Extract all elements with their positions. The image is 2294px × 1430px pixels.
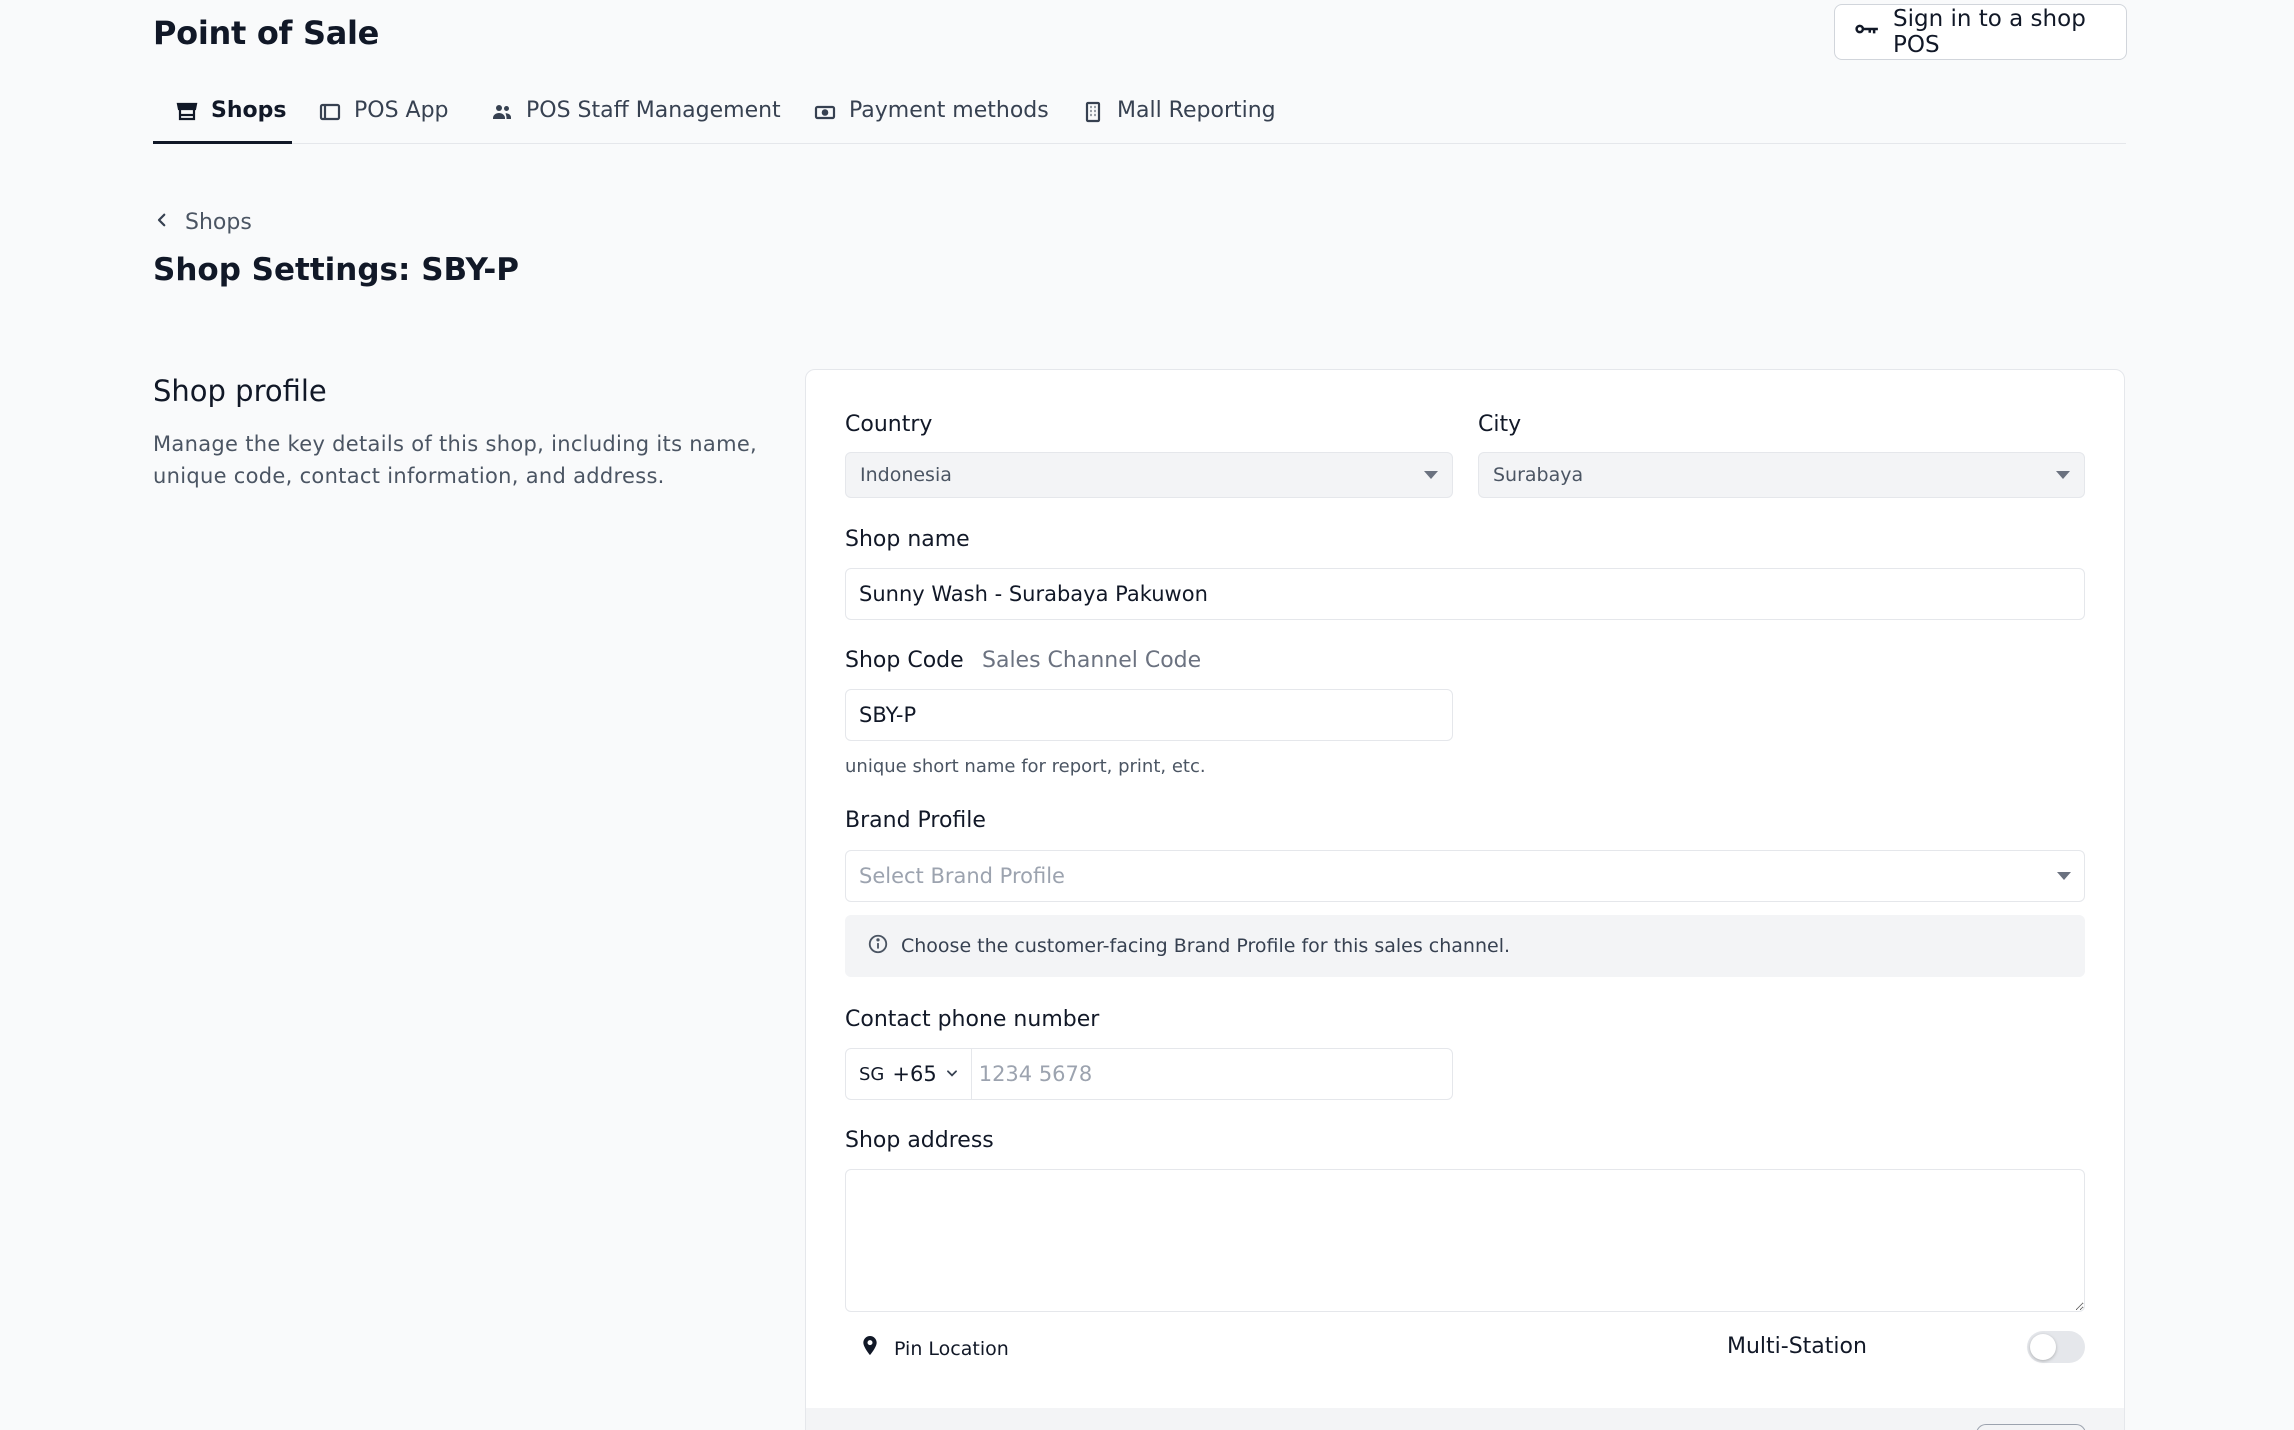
tab-bar: Shops POS App POS Staff Management Payme… — [153, 94, 2126, 144]
map-pin-icon — [860, 1335, 880, 1362]
country-label: Country — [845, 412, 933, 437]
toggle-knob — [2030, 1334, 2056, 1360]
shop-code-input[interactable] — [859, 703, 1439, 727]
caret-down-icon — [2056, 471, 2070, 479]
brand-profile-placeholder: Select Brand Profile — [859, 864, 1065, 888]
shop-address-label: Shop address — [845, 1128, 994, 1153]
country-iso: SG — [859, 1063, 885, 1085]
key-icon — [1851, 14, 1881, 50]
users-icon — [490, 98, 514, 130]
brand-profile-info-text: Choose the customer-facing Brand Profile… — [901, 935, 1511, 957]
shop-code-label[interactable]: Shop Code — [845, 648, 964, 673]
country-value: Indonesia — [860, 464, 952, 486]
tablet-icon — [318, 98, 342, 130]
card-footer — [806, 1408, 2124, 1430]
country-select[interactable]: Indonesia — [845, 452, 1453, 498]
store-icon — [175, 98, 199, 130]
shop-address-input[interactable] — [845, 1169, 2085, 1312]
tab-label: Shops — [211, 98, 287, 123]
tab-label: Mall Reporting — [1117, 98, 1276, 123]
caret-down-icon — [1424, 471, 1438, 479]
sign-in-label: Sign in to a shop POS — [1893, 6, 2086, 58]
caret-down-icon — [2057, 872, 2071, 880]
info-icon — [867, 933, 889, 960]
breadcrumb-back-shops[interactable]: Shops — [153, 210, 252, 235]
sign-in-shop-pos-button[interactable]: Sign in to a shop POS — [1834, 4, 2127, 60]
brand-profile-info: Choose the customer-facing Brand Profile… — [845, 915, 2085, 977]
breadcrumb-label: Shops — [185, 210, 252, 235]
pin-location-label: Pin Location — [894, 1337, 1009, 1360]
dial-code: +65 — [892, 1062, 937, 1086]
country-code-select[interactable]: SG +65 — [846, 1049, 972, 1099]
tab-label: POS Staff Management — [526, 98, 781, 123]
tab-shops[interactable]: Shops — [153, 94, 292, 144]
tab-payment-methods[interactable]: Payment methods — [813, 94, 1049, 144]
pin-location-button[interactable]: Pin Location — [860, 1335, 1009, 1362]
chevron-left-icon — [153, 210, 171, 235]
tab-label: POS App — [354, 98, 449, 123]
phone-number-input[interactable] — [971, 1062, 1452, 1086]
multi-station-label: Multi-Station — [1727, 1334, 1867, 1359]
shop-settings-title: Shop Settings: SBY-P — [153, 252, 519, 288]
tab-mall-reporting[interactable]: Mall Reporting — [1081, 94, 1276, 144]
contact-phone-label: Contact phone number — [845, 1007, 1100, 1032]
brand-profile-label: Brand Profile — [845, 808, 986, 833]
brand-profile-select[interactable]: Select Brand Profile — [845, 850, 2085, 902]
shop-name-input[interactable] — [859, 582, 2071, 606]
multi-station-toggle[interactable] — [2027, 1331, 2085, 1363]
chevron-down-icon — [945, 1065, 959, 1084]
page-header-title: Point of Sale — [153, 14, 380, 52]
tab-pos-staff-management[interactable]: POS Staff Management — [490, 94, 781, 144]
city-label: City — [1478, 412, 1522, 437]
tab-label: Payment methods — [849, 98, 1049, 123]
section-description: Manage the key details of this shop, inc… — [153, 432, 758, 488]
building-icon — [1081, 98, 1105, 130]
section-title: Shop profile — [153, 374, 327, 408]
shop-name-field[interactable] — [845, 568, 2085, 620]
sales-channel-code-label[interactable]: Sales Channel Code — [982, 648, 1201, 673]
shop-code-helper: unique short name for report, print, etc… — [845, 756, 1206, 777]
city-select[interactable]: Surabaya — [1478, 452, 2085, 498]
tab-pos-app[interactable]: POS App — [318, 94, 449, 144]
footer-button[interactable] — [1976, 1424, 2086, 1430]
banknote-icon — [813, 98, 837, 130]
shop-code-field[interactable] — [845, 689, 1453, 741]
city-value: Surabaya — [1493, 464, 1584, 486]
shop-name-label: Shop name — [845, 527, 970, 552]
contact-phone-field: SG +65 — [845, 1048, 1453, 1100]
